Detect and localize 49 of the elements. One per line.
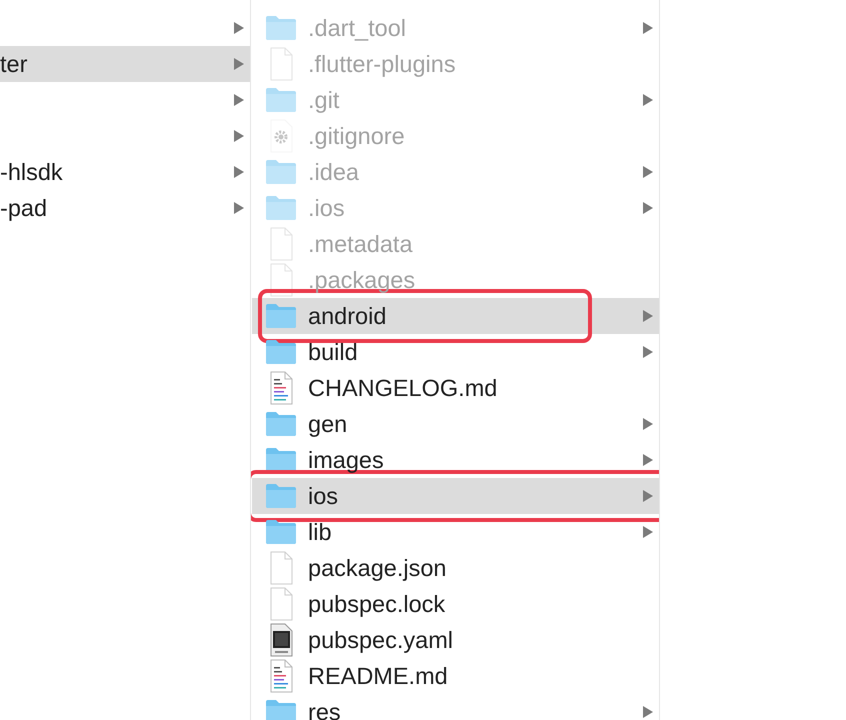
folder-icon — [265, 195, 297, 221]
folder-icon — [265, 15, 297, 41]
file-row[interactable]: pubspec.yaml — [252, 622, 659, 658]
file-row[interactable]: pubspec.lock — [252, 586, 659, 622]
file-name: ter — [0, 50, 28, 78]
folder-icon — [265, 339, 297, 365]
file-row[interactable]: build — [252, 334, 659, 370]
file-name: .dart_tool — [308, 14, 406, 42]
file-name: lib — [308, 518, 332, 546]
file-row[interactable]: CHANGELOG.md — [252, 370, 659, 406]
folder-icon — [265, 159, 297, 185]
file-name: pubspec.lock — [308, 590, 446, 618]
file-name: .gitignore — [308, 122, 405, 150]
file-name: package.json — [308, 554, 446, 582]
file-row[interactable]: -pad — [0, 190, 250, 226]
folder-icon — [265, 483, 297, 509]
file-row[interactable]: README.md — [252, 658, 659, 694]
folder-icon — [265, 519, 297, 545]
file-name: .idea — [308, 158, 359, 186]
file-name: .flutter-plugins — [308, 50, 456, 78]
file-row[interactable]: images — [252, 442, 659, 478]
file-row[interactable]: ter — [0, 46, 250, 82]
file-name: build — [308, 338, 358, 366]
folder-icon — [265, 411, 297, 437]
file-row[interactable]: gen — [252, 406, 659, 442]
folder-icon — [265, 447, 297, 473]
file-name: images — [308, 446, 384, 474]
folder-icon — [265, 303, 297, 329]
file-row[interactable]: lib — [252, 514, 659, 550]
file-name: gen — [308, 410, 348, 438]
file-name: README.md — [308, 662, 448, 690]
file-row[interactable]: android — [252, 298, 659, 334]
file-name: .packages — [308, 266, 416, 294]
file-name: .ios — [308, 194, 345, 222]
folder-icon — [265, 87, 297, 113]
file-name: CHANGELOG.md — [308, 374, 498, 402]
folder-icon — [265, 699, 297, 720]
file-name: res — [308, 698, 341, 720]
file-row[interactable]: package.json — [252, 550, 659, 586]
file-row[interactable]: res — [252, 694, 659, 720]
file-name: pubspec.yaml — [308, 626, 453, 654]
file-row[interactable]: -hlsdk — [0, 154, 250, 190]
file-name: -pad — [0, 194, 48, 222]
file-name: android — [308, 302, 386, 330]
file-name: .metadata — [308, 230, 413, 258]
file-name: -hlsdk — [0, 158, 63, 186]
file-name: .git — [308, 86, 340, 114]
file-row[interactable]: ios — [252, 478, 659, 514]
file-name: ios — [308, 482, 338, 510]
